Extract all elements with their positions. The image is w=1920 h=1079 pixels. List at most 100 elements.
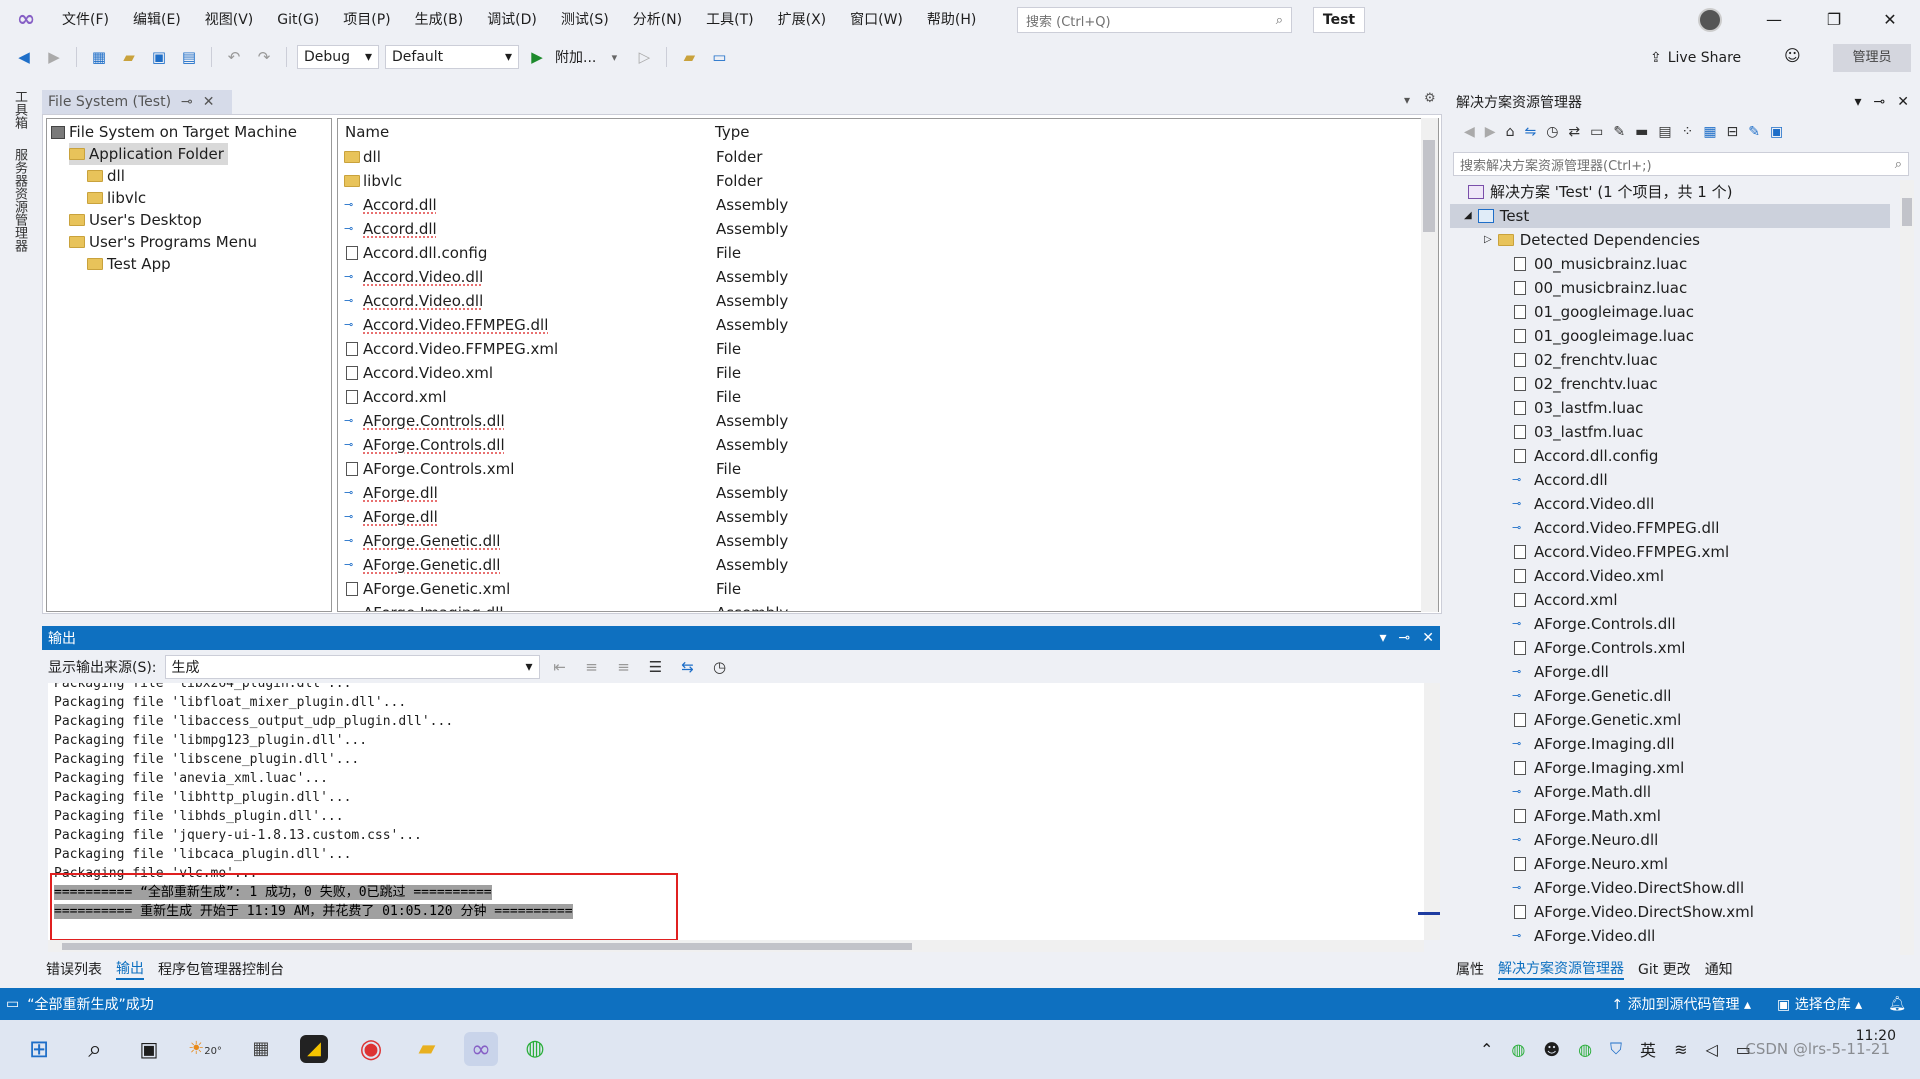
forward-icon[interactable]: ▶ (1485, 124, 1496, 140)
menu-item[interactable]: 测试(S) (549, 0, 621, 40)
save-icon[interactable]: ▣ (147, 45, 171, 69)
table-row[interactable]: Accord.Video.xml File (338, 361, 1418, 385)
solution-explorer-search[interactable]: 搜索解决方案资源管理器(Ctrl+;) ⌕ (1453, 152, 1909, 176)
visual-studio-icon[interactable]: ∞ (464, 1032, 498, 1066)
table-row[interactable]: ⊸AForge.Imaging.dll Assembly (338, 601, 1418, 611)
solution-item[interactable]: 00_musicbrainz.luac (1512, 252, 1687, 276)
edit-icon[interactable]: ✎ (1748, 124, 1760, 140)
menu-item[interactable]: 窗口(W) (838, 0, 915, 40)
table-row[interactable]: ⊸ AForge.dll Assembly (338, 481, 1418, 505)
tab-file-system[interactable]: File System (Test) ⊸ ✕ (42, 90, 232, 114)
tab-output-1[interactable]: 输出 (116, 958, 144, 980)
se-scrollbar[interactable] (1900, 180, 1914, 955)
attach-button[interactable]: 附加... (555, 47, 596, 67)
file-explorer-icon[interactable]: ▰ (410, 1032, 444, 1066)
weather-icon[interactable]: ☀20° (188, 1032, 222, 1066)
output-scrollbar[interactable] (1424, 683, 1440, 940)
solution-item[interactable]: 01_googleimage.luac (1512, 324, 1694, 348)
back-icon[interactable]: ◀ (1464, 124, 1475, 140)
tab-se-1[interactable]: 解决方案资源管理器 (1498, 958, 1624, 980)
task-view-icon[interactable]: ▣ (132, 1032, 166, 1066)
table-row[interactable]: ⊸ AForge.dll Assembly (338, 505, 1418, 529)
solution-item[interactable]: 00_musicbrainz.luac (1512, 276, 1687, 300)
table-row[interactable]: ⊸ Accord.Video.dll Assembly (338, 265, 1418, 289)
tab-se-3[interactable]: 通知 (1705, 959, 1733, 979)
menu-item[interactable]: 调试(D) (475, 0, 549, 40)
maximize-button[interactable]: ❐ (1806, 0, 1862, 40)
menu-item[interactable]: 生成(B) (403, 0, 476, 40)
toolbox-tab[interactable]: 工具箱 (10, 90, 29, 129)
preview-icon[interactable]: ▬ (1635, 124, 1648, 140)
chevron-down-icon[interactable]: ▾ (602, 45, 626, 69)
new-item-icon[interactable]: ▦ (1703, 124, 1716, 140)
clear-all-icon[interactable]: ☰ (644, 655, 668, 679)
solution-item[interactable]: Accord.xml (1512, 588, 1618, 612)
solution-item[interactable]: AForge.Controls.xml (1512, 636, 1685, 660)
table-row[interactable]: Accord.xml File (338, 385, 1418, 409)
solution-item[interactable]: AForge.Video.DirectShow.xml (1512, 900, 1754, 924)
menu-item[interactable]: 项目(P) (331, 0, 402, 40)
minimize-button[interactable]: — (1746, 0, 1802, 40)
wifi-icon[interactable]: ≋ (1674, 1040, 1687, 1059)
menu-item[interactable]: 帮助(H) (915, 0, 988, 40)
close-icon[interactable]: ✕ (1422, 630, 1434, 646)
save-all-icon[interactable]: ▤ (177, 45, 201, 69)
solution-item[interactable]: 02_frenchtv.luac (1512, 348, 1658, 372)
chevron-down-icon[interactable]: ▾ (1380, 630, 1387, 646)
solution-item[interactable]: ⊸ AForge.Genetic.dll (1512, 684, 1671, 708)
word-wrap-icon[interactable]: ⇆ (676, 655, 700, 679)
pin-icon[interactable]: ⊸ (181, 94, 193, 110)
solution-item[interactable]: ⊸ Accord.dll (1512, 468, 1608, 492)
solution-item[interactable]: ⊸ AForge.dll (1512, 660, 1609, 684)
solution-node[interactable]: 解决方案 'Test' (1 个项目，共 1 个) (1468, 180, 1732, 204)
tree-item[interactable]: File System on Target Machine (51, 121, 297, 143)
chrome-icon[interactable]: ◉ (354, 1032, 388, 1066)
platform-select[interactable]: Default ▾ (385, 45, 519, 69)
sync-icon[interactable]: ⇄ (1568, 124, 1580, 140)
select-repo-button[interactable]: ▣ 选择仓库 ▴ (1777, 994, 1862, 1014)
pin-icon[interactable]: ⊸ (1399, 630, 1411, 646)
solution-item[interactable]: 02_frenchtv.luac (1512, 372, 1658, 396)
menu-item[interactable]: 工具(T) (694, 0, 765, 40)
prev-message-icon[interactable]: ≡ (580, 655, 604, 679)
table-row[interactable]: AForge.Controls.xml File (338, 457, 1418, 481)
table-row[interactable]: AForge.Genetic.xml File (338, 577, 1418, 601)
next-message-icon[interactable]: ≡ (612, 655, 636, 679)
properties-icon[interactable]: ✎ (1613, 124, 1625, 140)
solution-item[interactable]: Accord.Video.FFMPEG.xml (1512, 540, 1729, 564)
table-row[interactable]: ⊸ Accord.Video.FFMPEG.dll Assembly (338, 313, 1418, 337)
solution-item[interactable]: Accord.dll.config (1512, 444, 1658, 468)
se-scrollbar-thumb[interactable] (1902, 198, 1912, 226)
table-row[interactable]: dll Folder (338, 145, 1418, 169)
solution-item[interactable]: 03_lastfm.luac (1512, 396, 1643, 420)
tree-item[interactable]: Application Folder (69, 143, 228, 165)
undo-icon[interactable]: ↶ (222, 45, 246, 69)
project-node[interactable]: ◢ Test (1450, 204, 1890, 228)
chevron-up-icon[interactable]: ⌃ (1480, 1040, 1493, 1059)
volume-icon[interactable]: ◁ (1705, 1040, 1717, 1059)
redo-icon[interactable]: ↷ (252, 45, 276, 69)
search-files-icon[interactable]: ⊟ (1727, 124, 1739, 140)
menu-item[interactable]: 文件(F) (50, 0, 121, 40)
solution-item[interactable]: AForge.Genetic.xml (1512, 708, 1681, 732)
solution-item[interactable]: ⊸ AForge.Controls.dll (1512, 612, 1676, 636)
new-project-icon[interactable]: ▦ (87, 45, 111, 69)
solution-item[interactable]: AForge.Neuro.xml (1512, 852, 1668, 876)
tab-se-2[interactable]: Git 更改 (1638, 959, 1691, 979)
column-header-name[interactable]: Name (345, 121, 389, 143)
back-icon[interactable]: ◀ (12, 45, 36, 69)
sticky-notes-icon[interactable]: ◢ (300, 1035, 328, 1063)
solution-item[interactable]: AForge.Imaging.xml (1512, 756, 1684, 780)
forward-icon[interactable]: ▶ (42, 45, 66, 69)
play-icon[interactable]: ▶ (525, 45, 549, 69)
solution-item[interactable]: AForge.Math.xml (1512, 804, 1661, 828)
tab-output-2[interactable]: 程序包管理器控制台 (158, 959, 284, 979)
qq-icon[interactable]: ☻ (1543, 1040, 1560, 1059)
solution-item[interactable]: ⊸ AForge.Video.DirectShow.dll (1512, 876, 1744, 900)
table-row[interactable]: Accord.dll.config File (338, 241, 1418, 265)
solution-item[interactable]: 01_googleimage.luac (1512, 300, 1694, 324)
menu-item[interactable]: 视图(V) (193, 0, 266, 40)
clock-icon[interactable]: ◷ (708, 655, 732, 679)
menu-item[interactable]: Git(G) (265, 0, 331, 40)
add-to-source-control-button[interactable]: ↑ 添加到源代码管理 ▴ (1611, 994, 1751, 1014)
